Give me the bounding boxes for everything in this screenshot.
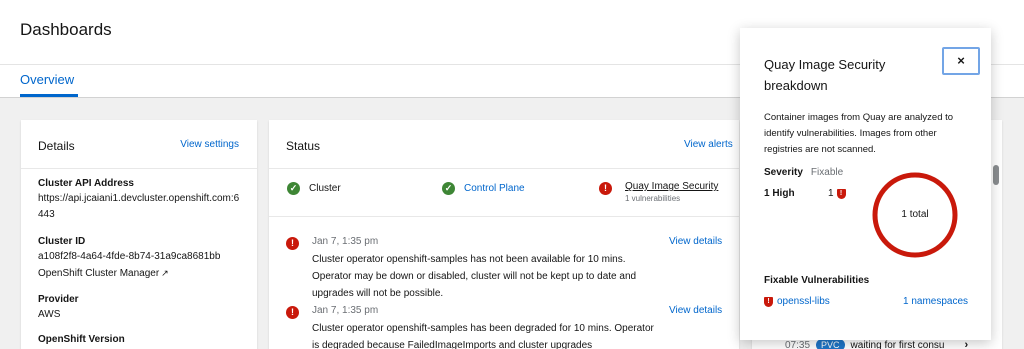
cluster-id-value: a108f2f8-4a64-4fde-8b74-31a9ca8681bb: [38, 251, 221, 262]
namespaces-link[interactable]: 1 namespaces: [903, 296, 968, 307]
openshift-cluster-manager-link[interactable]: OpenShift Cluster Manager ↗: [38, 265, 243, 282]
quay-health-text: Quay Image Security 1 vulnerabilities: [625, 181, 718, 203]
health-control-plane: ✓ Control Plane: [442, 182, 525, 195]
cluster-api-address-value: https://api.jcaiani1.devcluster.openshif…: [38, 193, 240, 220]
status-divider-top: [269, 168, 739, 169]
openshift-version: OpenShift Version: [38, 334, 243, 345]
status-divider-bottom: [269, 216, 739, 217]
close-icon: ×: [957, 53, 965, 68]
close-button[interactable]: ×: [942, 47, 980, 75]
exclamation-circle-icon: !: [286, 306, 299, 319]
donut-total-label: 1 total: [901, 209, 929, 220]
quay-security-popover: Quay Image Security breakdown × Containe…: [740, 28, 991, 340]
status-card: Status View alerts ✓ Cluster ✓ Control P…: [269, 120, 739, 349]
provider-label: Provider: [38, 294, 79, 305]
severity-label: Severity: [764, 167, 803, 178]
health-cluster: ✓ Cluster: [287, 182, 341, 195]
alert-message: Cluster operator openshift-samples has b…: [312, 323, 654, 349]
provider-value: AWS: [38, 309, 61, 320]
openshift-cluster-manager-label: OpenShift Cluster Manager: [38, 268, 160, 279]
exclamation-circle-icon: !: [286, 237, 299, 250]
activity-time: 07:35: [785, 339, 811, 349]
activity-scrollbar[interactable]: [993, 165, 999, 185]
view-details-link[interactable]: View details: [669, 305, 722, 316]
exclamation-circle-icon: !: [599, 182, 612, 195]
details-divider: [21, 168, 257, 169]
severity-header: Severity Fixable: [764, 167, 843, 178]
alert-message: Cluster operator openshift-samples has n…: [312, 254, 637, 299]
cluster-id: Cluster ID a108f2f8-4a64-4fde-8b74-31a9c…: [38, 236, 243, 282]
severity-high-label: 1 High: [764, 188, 795, 199]
view-settings-link[interactable]: View settings: [180, 139, 239, 150]
alert-timestamp: Jan 7, 1:35 pm: [312, 236, 379, 247]
openssl-libs-link[interactable]: openssl-libs: [777, 296, 830, 307]
view-details-link[interactable]: View details: [669, 236, 722, 247]
severity-high-fixable-count: 1: [828, 188, 834, 199]
health-cluster-label: Cluster: [309, 183, 341, 194]
quay-image-security-link[interactable]: Quay Image Security: [625, 181, 718, 192]
tab-active-indicator: [20, 94, 78, 97]
fixable-vulnerabilities-title: Fixable Vulnerabilities: [764, 275, 870, 286]
cluster-id-label: Cluster ID: [38, 236, 86, 247]
popover-description: Container images from Quay are analyzed …: [764, 112, 954, 155]
cluster-api-address-label: Cluster API Address: [38, 178, 134, 189]
shield-icon: !: [764, 296, 773, 307]
details-card: Details View settings Cluster API Addres…: [21, 120, 257, 349]
status-title: Status: [286, 139, 321, 153]
check-circle-icon: ✓: [287, 182, 300, 195]
severity-high-fixable: 1 !: [828, 188, 846, 199]
view-alerts-link[interactable]: View alerts: [684, 139, 733, 150]
openshift-version-label: OpenShift Version: [38, 334, 125, 345]
shield-icon: !: [836, 188, 846, 199]
check-circle-icon: ✓: [442, 182, 455, 195]
chevron-right-icon[interactable]: ›: [964, 339, 968, 349]
cluster-api-address: Cluster API Address https://api.jcaiani1…: [38, 178, 243, 223]
activity-item: 07:35 PVC waiting for first consu ›: [785, 339, 968, 349]
external-link-icon: ↗: [161, 268, 169, 278]
health-quay-image-security: ! Quay Image Security 1 vulnerabilities: [599, 181, 718, 203]
control-plane-link[interactable]: Control Plane: [464, 183, 525, 194]
fixable-label: Fixable: [810, 167, 844, 178]
provider: Provider AWS: [38, 294, 243, 323]
tab-overview[interactable]: Overview: [20, 72, 74, 87]
details-title: Details: [38, 139, 75, 153]
alert-timestamp: Jan 7, 1:35 pm: [312, 305, 379, 316]
pvc-badge: PVC: [816, 339, 845, 349]
activity-text: waiting for first consu: [850, 339, 945, 349]
popover-title: Quay Image Security breakdown: [764, 57, 886, 93]
fixable-vulnerability-item: ! openssl-libs: [764, 296, 830, 307]
quay-vulnerability-count: 1 vulnerabilities: [625, 194, 681, 203]
page-title: Dashboards: [20, 20, 112, 39]
